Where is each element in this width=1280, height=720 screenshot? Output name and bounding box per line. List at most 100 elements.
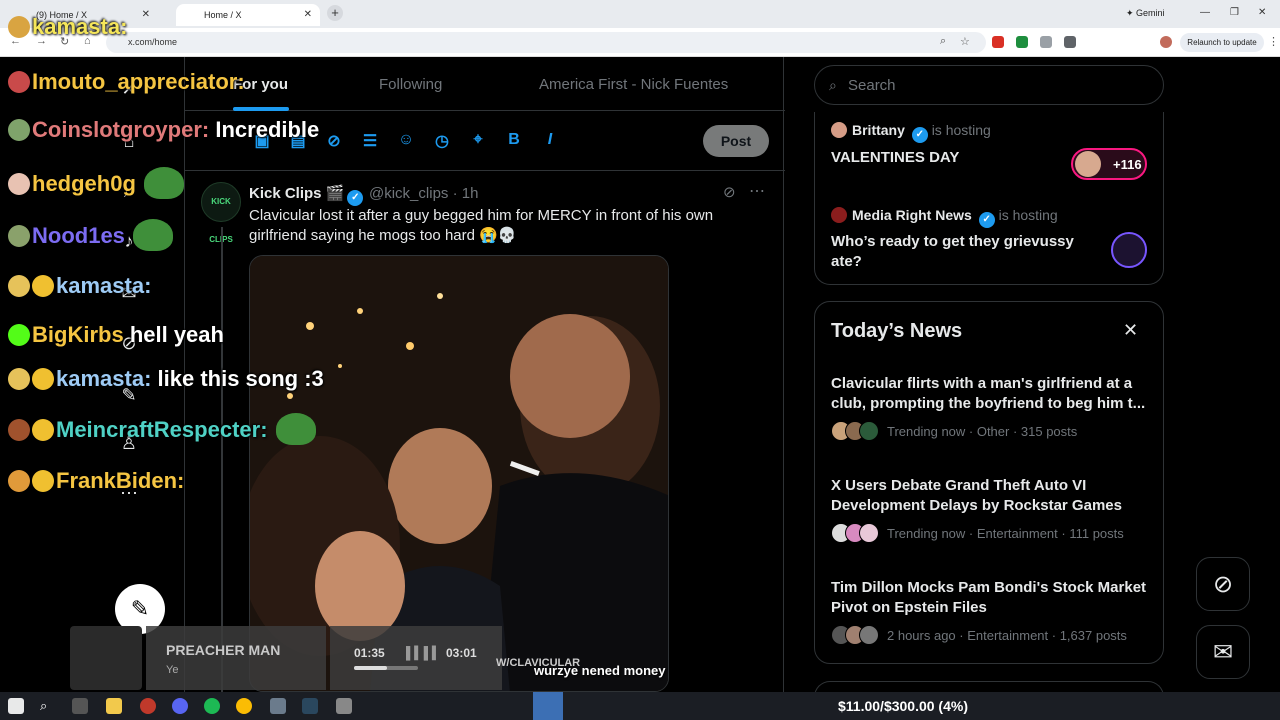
url-field[interactable]: x.com/home [106,32,986,53]
space-host[interactable]: Brittany ✓ is hosting [831,122,991,143]
news-item[interactable]: Tim Dillon Mocks Pam Bondi's Stock Marke… [831,578,1151,645]
news-meta-text: Trending now · Entertainment · 111 posts [887,526,1124,541]
schedule-icon[interactable]: ◷ [431,131,453,153]
steam-icon[interactable] [302,698,318,714]
news-title: Tim Dillon Mocks Pam Bondi's Stock Marke… [831,579,1147,616]
relaunch-button[interactable]: Relaunch to update [1180,33,1264,52]
bold-button[interactable]: B [503,131,525,153]
tweet-avatar[interactable]: KICK CLIPS [201,182,241,244]
news-title: Clavicular flirts with a man's girlfrien… [831,375,1146,412]
space-listeners-pill[interactable]: +116 [1071,148,1147,180]
x-logo-icon[interactable]: ✕ [118,79,140,101]
discord-icon[interactable] [172,698,188,714]
extension-icon[interactable] [992,36,1004,48]
timeline-tabs: For you Following America First - Nick F… [185,57,785,111]
listener-avatar [1075,151,1101,177]
post-composer: ▣ ▤ ⊘ ☰ ☺ ◷ ⌖ B I Post [185,111,785,171]
tab-america-first[interactable]: America First - Nick Fuentes [539,76,728,93]
tweet-handle[interactable]: @kick_clips · 1h [369,185,478,202]
verified-badge-icon: ✓ [347,190,364,206]
search-input[interactable]: Search [848,77,896,94]
home-icon[interactable]: ⌂ [84,35,91,47]
space-title[interactable]: VALENTINES DAY [831,148,1101,168]
gemini-label: Gemini [1136,8,1165,18]
grok-icon[interactable]: ⊘ [118,333,140,355]
space-title[interactable]: Who’s ready to get they grievussy ate? [831,232,1101,272]
close-window-icon[interactable]: ✕ [1258,7,1266,18]
right-sidebar: ⌕ Search Brittany ✓ is hosting VALENTINE… [784,57,1280,701]
space-host[interactable]: Media Right News ✓ is hosting [831,207,1058,228]
grok-icon[interactable]: ⊘ [323,131,345,153]
bookmark-star-icon[interactable]: ☆ [960,35,970,48]
host-avatar [831,207,847,223]
lists-icon[interactable]: ✎ [118,385,140,407]
space-live-avatar[interactable] [1111,232,1147,268]
address-bar: ← → ↻ ⌂ x.com/home ⌕ ☆ Relaunch to updat… [0,28,1280,57]
messages-icon[interactable]: ✉ [118,283,140,305]
search-icon[interactable]: ⌕ [40,698,56,714]
extensions-puzzle-icon[interactable] [1064,36,1076,48]
news-item[interactable]: Clavicular flirts with a man's girlfrien… [831,374,1151,441]
app-icon[interactable] [270,698,286,714]
gemini-button[interactable]: ✦ Gemini [1126,8,1165,19]
start-windows-icon[interactable] [8,698,24,714]
location-icon[interactable]: ⌖ [467,131,489,153]
spotify-icon[interactable] [204,698,220,714]
search-box[interactable]: ⌕ Search [814,65,1164,105]
tweet[interactable]: KICK CLIPS Kick Clips 🎬✓ @kick_clips · 1… [185,171,785,692]
italic-button[interactable]: I [539,131,561,153]
task-view-icon[interactable] [72,698,88,714]
news-heading: Today’s News [831,320,963,342]
home-icon[interactable]: ⌂ [118,131,140,153]
more-icon[interactable]: ⋯ [118,483,140,505]
tab-for-you[interactable]: For you [233,76,288,93]
verified-badge-icon: ✓ [978,212,995,228]
live-spaces-card: Brittany ✓ is hosting VALENTINES DAY +11… [814,112,1164,285]
zoom-icon[interactable]: ⌕ [940,35,946,48]
tab-following[interactable]: Following [379,76,442,93]
grok-floating-icon[interactable]: ⊘ [1196,557,1250,611]
close-icon[interactable]: ✕ [1123,320,1138,341]
gif-icon[interactable]: ▤ [287,131,309,153]
emoji-icon[interactable]: ☺ [395,131,417,153]
browser-tab[interactable]: (9) Home / X ✕ [8,4,158,26]
extension-icon[interactable] [1040,36,1052,48]
profile-icon[interactable]: ♙ [118,433,140,455]
explore-search-icon[interactable]: ⌕ [118,181,140,203]
media-icon[interactable]: ▣ [251,131,273,153]
grok-explain-icon[interactable]: ⊘ [723,183,736,201]
now-playing-info: PREACHER MAN Ye [146,626,326,690]
back-icon[interactable]: ← [10,35,21,47]
browser-tab-strip: (9) Home / X ✕ Home / X ✕ + ✦ Gemini — ❐… [0,0,1280,28]
host-name: Media Right News [852,207,972,223]
chrome-icon[interactable] [236,698,252,714]
tab-title: (9) Home / X [36,10,88,20]
news-item[interactable]: X Users Debate Grand Theft Auto VI Devel… [831,476,1151,543]
browser-tab-active[interactable]: Home / X ✕ [176,4,320,26]
file-explorer-icon[interactable] [106,698,122,714]
news-meta: Trending now · Other · 315 posts [831,421,1151,441]
app-icon[interactable] [336,698,352,714]
poll-icon[interactable]: ☰ [359,131,381,153]
tweet-text: Clavicular lost it after a guy begged hi… [249,207,714,244]
close-tab-icon[interactable]: ✕ [142,9,150,20]
new-tab-button[interactable]: + [327,5,343,21]
reload-icon[interactable]: ↻ [60,35,69,48]
total-time: 03:01 [446,646,477,660]
caption-text: wurzye nened money [534,663,666,678]
tweet-author[interactable]: Kick Clips 🎬 ✓ [249,184,364,206]
notifications-bell-icon[interactable]: ♪ [118,231,140,253]
maximize-icon[interactable]: ❐ [1230,7,1239,18]
messages-floating-icon[interactable]: ✉ [1196,625,1250,679]
author-name: Kick Clips 🎬 [249,185,345,202]
forward-icon[interactable]: → [36,35,47,47]
profile-avatar[interactable] [1160,36,1172,48]
minimize-icon[interactable]: — [1200,7,1210,18]
now-playing-time: 01:35 ▌▍▌▍ 03:01 [330,626,502,690]
close-tab-icon[interactable]: ✕ [304,9,312,20]
app-icon[interactable] [140,698,156,714]
more-options-icon[interactable]: ⋯ [749,181,765,201]
browser-menu-icon[interactable]: ⋮ [1268,35,1279,48]
post-button[interactable]: Post [703,125,769,157]
extension-icon[interactable] [1016,36,1028,48]
